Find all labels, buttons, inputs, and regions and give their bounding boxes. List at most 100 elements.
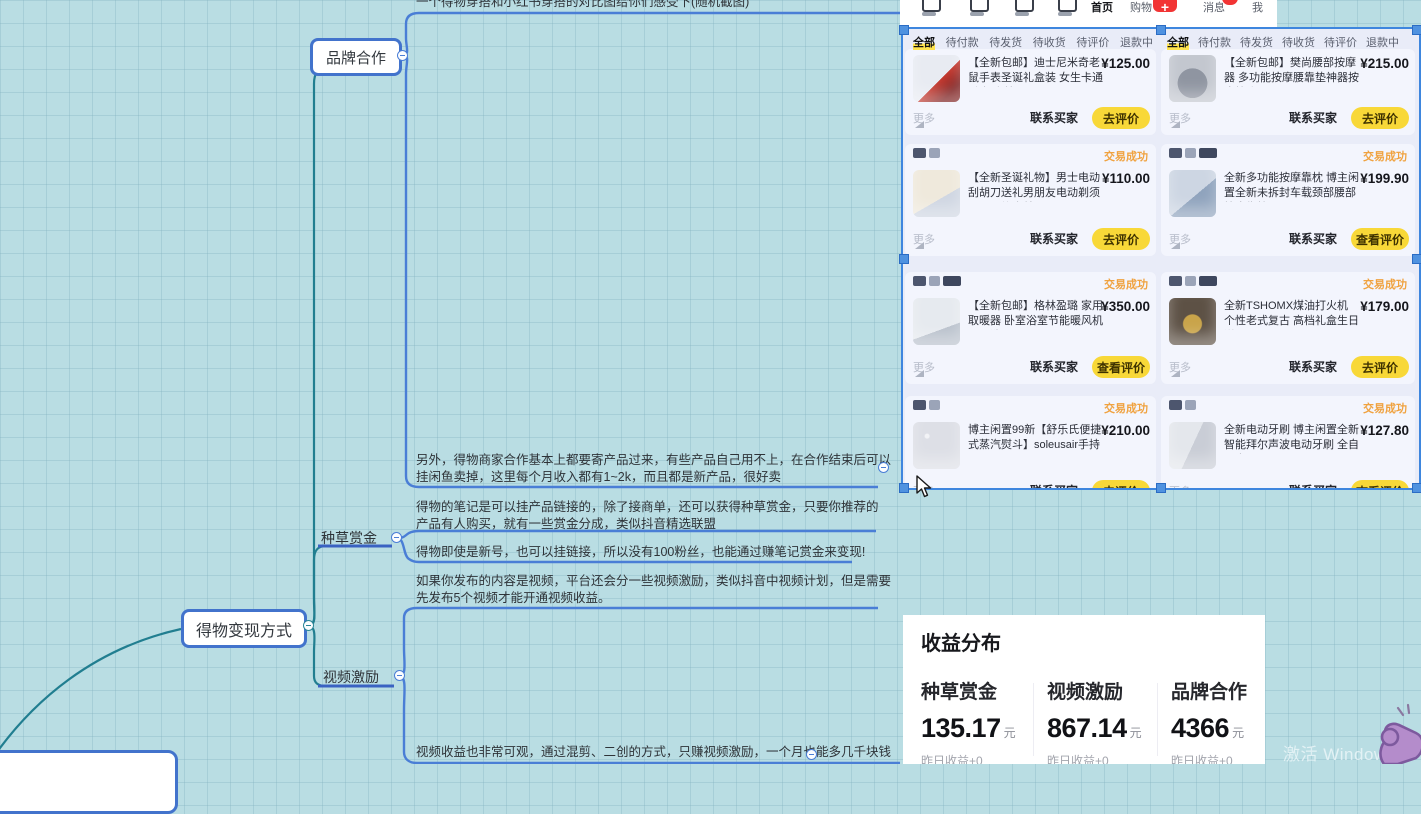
note-bounty-link[interactable]: 得物的笔记是可以挂产品链接的，除了接商单，还可以获得种草赏金，只要你推荐的产品有…	[416, 499, 888, 532]
tabbar-icon[interactable]	[1015, 0, 1034, 12]
more-button[interactable]: 更多	[1169, 483, 1191, 488]
order-card[interactable]: 【全新包邮】樊尚腰部按摩器 多功能按摩腰靠垫神器按摩枕头 ¥215.00 更多 …	[1161, 49, 1415, 135]
note-bounty-newbie[interactable]: 得物即使是新号，也可以挂链接，所以没有100粉丝，也能通过赚笔记赏金来变现!	[416, 544, 894, 561]
tab-all[interactable]: 全部	[1167, 34, 1189, 50]
node-video-incentive[interactable]: 视频激励	[323, 667, 379, 687]
tab-home[interactable]: 首页	[1091, 0, 1113, 15]
more-button[interactable]: 更多	[913, 359, 935, 375]
resize-handle-ne[interactable]	[1412, 25, 1421, 35]
more-button[interactable]: 更多	[913, 110, 935, 126]
contact-buyer-button[interactable]: 联系买家	[1030, 358, 1078, 375]
tab-toreview[interactable]: 待评价	[1076, 34, 1109, 50]
resize-handle-s[interactable]	[1156, 483, 1166, 493]
tab-toreceive[interactable]: 待收货	[1033, 34, 1066, 50]
product-price: ¥127.80	[1360, 423, 1409, 438]
orders-column-2: 全部 待付款 待发货 待收货 待评价 退款中 【全新包邮】樊尚腰部按摩器 多功能…	[1161, 29, 1417, 488]
collapse-toggle-monetization[interactable]	[303, 620, 314, 631]
order-card[interactable]: 交易成功 全新电动牙刷 博主闲置全新智能拜尔声波电动牙刷 全自动电动牙 ¥127…	[1161, 396, 1415, 488]
tab-refund[interactable]: 退款中	[1120, 34, 1153, 50]
tabbar-icon[interactable]	[922, 0, 941, 12]
contact-buyer-button[interactable]: 联系买家	[1289, 358, 1337, 375]
tab-all[interactable]: 全部	[913, 34, 935, 50]
buyer-blur	[1169, 148, 1220, 165]
tab-toship[interactable]: 待发货	[1240, 34, 1273, 50]
contact-buyer-button[interactable]: 联系买家	[1289, 109, 1337, 126]
tab-toreceive[interactable]: 待收货	[1282, 34, 1315, 50]
note-brand-extra[interactable]: 另外，得物商家合作基本上都要寄产品过来，有些产品自己用不上，在合作结束后可以挂闲…	[416, 452, 894, 485]
order-status: 交易成功	[1363, 276, 1407, 292]
product-thumbnail	[913, 422, 960, 469]
publish-plus-button[interactable]: +	[1153, 0, 1177, 12]
tab-topay[interactable]: 待付款	[1198, 34, 1231, 50]
purple-paw-sticker	[1340, 698, 1421, 764]
buyer-blur	[913, 400, 943, 417]
more-button[interactable]: 更多	[1169, 231, 1191, 247]
note-video-income[interactable]: 视频收益也非常可观，通过混剪、二创的方式，只赚视频激励，一个月也能多几千块钱	[416, 744, 896, 761]
collapse-toggle-video-income[interactable]	[806, 749, 817, 760]
revenue-unit: 元	[1130, 726, 1142, 740]
review-button[interactable]: 查看评价	[1092, 356, 1150, 378]
order-card[interactable]: 交易成功 【全新圣诞礼物】男士电动刮胡刀送礼男朋友电动剃须刀节日礼盒美 ¥110…	[905, 144, 1156, 256]
contact-buyer-button[interactable]: 联系买家	[1289, 482, 1337, 488]
tabbar-icon[interactable]	[1058, 0, 1077, 12]
review-button[interactable]: 查看评价	[1351, 480, 1409, 488]
product-title: 【全新包邮】格林盈璐 家用取暖器 卧室浴室节能暖风机 婴儿洗	[968, 299, 1106, 330]
revenue-label: 品牌合作	[1171, 677, 1265, 704]
resize-handle-w[interactable]	[899, 254, 909, 264]
tab-topay[interactable]: 待付款	[946, 34, 979, 50]
review-button[interactable]: 去评价	[1351, 356, 1409, 378]
mindmap-canvas[interactable]: { "accent": {"branch_teal": "#2b8696", "…	[0, 0, 1421, 764]
more-button[interactable]: 更多	[913, 231, 935, 247]
revenue-item: 品牌合作 4366元 昨日收益+0	[1171, 677, 1265, 764]
resize-handle-n[interactable]	[1156, 25, 1166, 35]
order-card[interactable]: 【全新包邮】迪士尼米奇老鼠手表圣诞礼盒装 女生卡通手表 高档 ¥125.00 更…	[905, 49, 1156, 135]
collapse-toggle-seeding-bounty[interactable]	[391, 532, 402, 543]
revenue-distribution-panel[interactable]: 收益分布 种草赏金 135.17元 昨日收益+0 视频激励 867.14元 昨日…	[903, 615, 1265, 764]
order-card[interactable]: 交易成功 全新多功能按摩靠枕 博主闲置全新未拆封车载颈部腰部按摩靠枕 ¥199.…	[1161, 144, 1415, 256]
resize-handle-sw[interactable]	[899, 483, 909, 493]
note-video-plan[interactable]: 如果你发布的内容是视频，平台还会分一些视频激励，类似抖音中视频计划，但是需要先发…	[416, 573, 894, 606]
tab-toreview[interactable]: 待评价	[1324, 34, 1357, 50]
revenue-sub: 昨日收益+0	[1047, 752, 1165, 764]
buyer-blur	[913, 148, 943, 165]
tab-toship[interactable]: 待发货	[989, 34, 1022, 50]
node-brand-coop[interactable]: 品牌合作	[310, 38, 402, 76]
resize-handle-e[interactable]	[1412, 254, 1421, 264]
tabbar-icon[interactable]	[970, 0, 989, 12]
mouse-cursor-icon	[916, 475, 934, 499]
product-price: ¥350.00	[1101, 299, 1150, 314]
tab-refund[interactable]: 退款中	[1366, 34, 1399, 50]
review-button[interactable]: 查看评价	[1351, 228, 1409, 250]
tabbar-icon-label	[1015, 12, 1029, 16]
order-card[interactable]: 交易成功 【全新包邮】格林盈璐 家用取暖器 卧室浴室节能暖风机 婴儿洗 ¥350…	[905, 272, 1156, 384]
xianyu-orders-screenshot[interactable]: 全部 待付款 待发货 待收货 待评价 退款中 【全新包邮】迪士尼米奇老鼠手表圣诞…	[903, 29, 1419, 488]
collapse-toggle-video-incentive[interactable]	[394, 670, 405, 681]
contact-buyer-button[interactable]: 联系买家	[1030, 482, 1078, 488]
more-button[interactable]: 更多	[1169, 359, 1191, 375]
review-button[interactable]: 去评价	[1092, 228, 1150, 250]
order-card[interactable]: 交易成功 全新TSHOMX煤油打火机 个性老式复古 高档礼盒生日送男 ¥179.…	[1161, 272, 1415, 384]
note-outfit-compare[interactable]: 一个得物穿搭和小红书穿搭的对比图给你们感受下(随机截图)	[416, 0, 904, 11]
tab-messages[interactable]: 消息	[1203, 0, 1225, 15]
order-card[interactable]: 交易成功 博主闲置99新【舒乐氏便捷式蒸汽熨斗】soleusair手持 ¥210…	[905, 396, 1156, 488]
product-thumbnail	[1169, 298, 1216, 345]
node-monetization[interactable]: 得物变现方式	[181, 609, 307, 648]
review-button[interactable]: 去评价	[1351, 107, 1409, 129]
tab-me[interactable]: 我	[1252, 0, 1263, 15]
collapse-toggle-brand-extra[interactable]	[878, 462, 889, 473]
resize-handle-se[interactable]	[1412, 483, 1421, 493]
contact-buyer-button[interactable]: 联系买家	[1289, 230, 1337, 247]
more-button[interactable]: 更多	[1169, 110, 1191, 126]
review-button[interactable]: 去评价	[1092, 107, 1150, 129]
revenue-value: 867.14	[1047, 713, 1127, 743]
tab-shop[interactable]: 购物	[1130, 0, 1152, 15]
product-title: 【全新包邮】樊尚腰部按摩器 多功能按摩腰靠垫神器按摩枕头	[1224, 56, 1362, 87]
resize-handle-nw[interactable]	[899, 25, 909, 35]
revenue-label: 种草赏金	[921, 677, 1039, 704]
review-button[interactable]: 去评价	[1092, 480, 1150, 488]
node-seeding-bounty[interactable]: 种草赏金	[321, 528, 377, 548]
collapse-toggle-brand-coop[interactable]	[397, 50, 408, 61]
contact-buyer-button[interactable]: 联系买家	[1030, 230, 1078, 247]
node-root-partial[interactable]	[0, 750, 178, 814]
contact-buyer-button[interactable]: 联系买家	[1030, 109, 1078, 126]
